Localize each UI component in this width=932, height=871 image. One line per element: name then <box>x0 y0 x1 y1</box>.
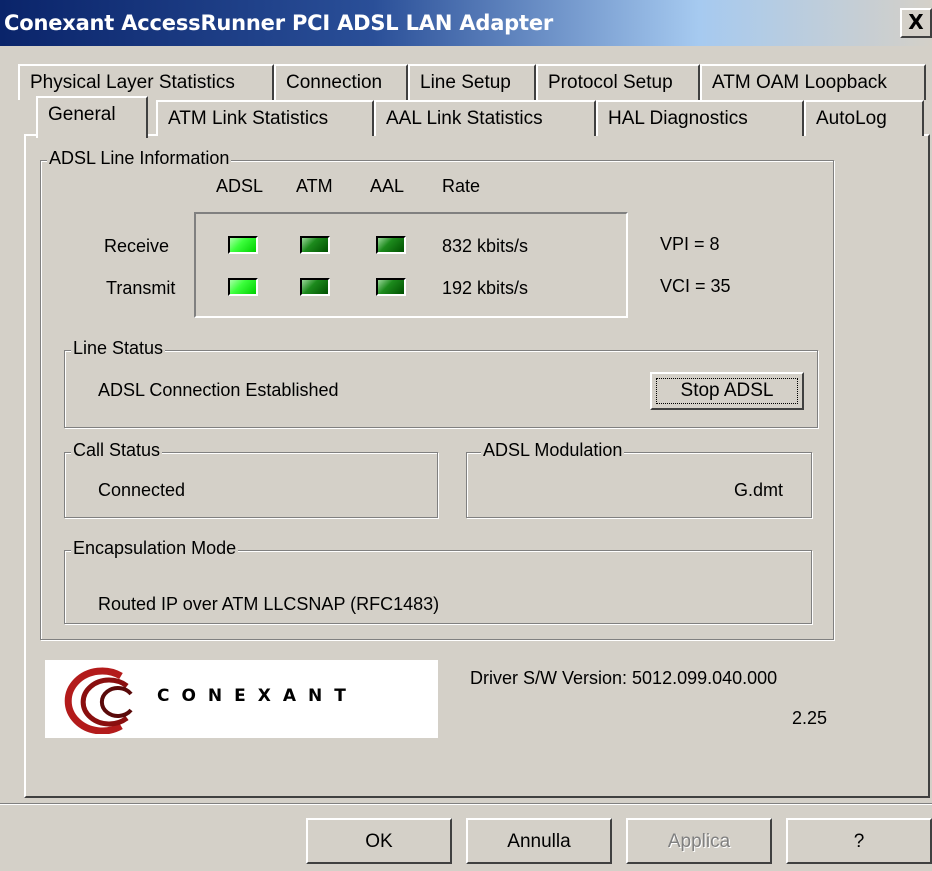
transmit-adsl-led <box>228 278 258 296</box>
header-adsl: ADSL <box>216 176 264 196</box>
transmit-rate: 192 kbits/s <box>442 278 529 298</box>
modulation-value: G.dmt <box>734 480 784 500</box>
receive-label: Receive <box>104 236 170 256</box>
encapsulation-mode-legend: Encapsulation Mode <box>71 538 239 559</box>
vci-value: VCI = 35 <box>660 276 731 296</box>
encapsulation-mode-text: Routed IP over ATM LLCSNAP (RFC1483) <box>98 594 440 614</box>
stop-adsl-button[interactable]: Stop ADSL <box>650 372 804 410</box>
header-atm: ATM <box>296 176 333 196</box>
tab-line-setup[interactable]: Line Setup <box>408 64 536 100</box>
apply-button[interactable]: Applica <box>626 818 772 864</box>
conexant-logo: CONEXANT <box>45 660 438 738</box>
dialog-divider <box>0 803 932 805</box>
tab-physical-layer-statistics[interactable]: Physical Layer Statistics <box>18 64 274 100</box>
tab-aal-link-statistics[interactable]: AAL Link Statistics <box>374 100 596 136</box>
tab-general[interactable]: General <box>36 96 148 138</box>
focus-ring <box>656 378 798 404</box>
tab-autolog[interactable]: AutoLog <box>804 100 924 136</box>
window-title: Conexant AccessRunner PCI ADSL LAN Adapt… <box>4 11 554 35</box>
receive-aal-led <box>376 236 406 254</box>
conexant-swirl-icon <box>64 667 133 734</box>
tab-hal-diagnostics[interactable]: HAL Diagnostics <box>596 100 804 136</box>
tab-atm-oam-loopback[interactable]: ATM OAM Loopback <box>700 64 926 100</box>
header-rate: Rate <box>442 176 481 196</box>
adsl-line-information-legend: ADSL Line Information <box>47 148 232 169</box>
receive-adsl-led <box>228 236 258 254</box>
cancel-button[interactable]: Annulla <box>466 818 612 864</box>
status-indicator-panel <box>194 212 628 318</box>
call-status-text: Connected <box>98 480 186 500</box>
transmit-aal-led <box>376 278 406 296</box>
line-status-legend: Line Status <box>71 338 166 359</box>
transmit-label: Transmit <box>106 278 176 298</box>
ok-button[interactable]: OK <box>306 818 452 864</box>
tab-connection[interactable]: Connection <box>274 64 408 100</box>
tab-protocol-setup[interactable]: Protocol Setup <box>536 64 700 100</box>
driver-version-label: Driver S/W Version: 5012.099.040.000 <box>470 668 778 688</box>
adsl-modulation-legend: ADSL Modulation <box>481 440 625 461</box>
close-button[interactable]: X <box>900 8 932 38</box>
help-button[interactable]: ? <box>786 818 932 864</box>
conexant-wordmark: CONEXANT <box>157 686 358 706</box>
driver-sub-version: 2.25 <box>792 708 828 728</box>
transmit-atm-led <box>300 278 330 296</box>
header-aal: AAL <box>370 176 405 196</box>
tab-atm-link-statistics[interactable]: ATM Link Statistics <box>156 100 374 136</box>
receive-atm-led <box>300 236 330 254</box>
receive-rate: 832 kbits/s <box>442 236 529 256</box>
line-status-text: ADSL Connection Established <box>98 380 339 400</box>
call-status-legend: Call Status <box>71 440 163 461</box>
vpi-value: VPI = 8 <box>660 234 720 254</box>
